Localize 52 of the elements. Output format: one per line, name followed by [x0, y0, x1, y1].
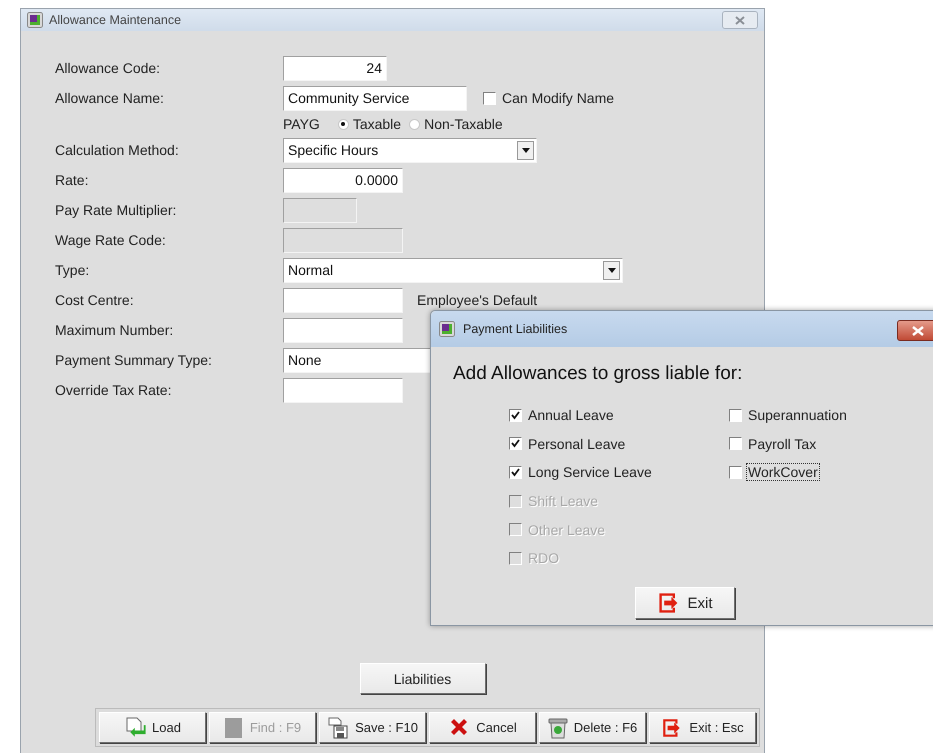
toolbar-button[interactable]: Save : F10 [319, 712, 426, 743]
field-label: Rate: [55, 172, 90, 188]
toolbar-button[interactable]: Exit : Esc [649, 712, 756, 743]
toolbar-button[interactable]: Cancel [429, 712, 536, 743]
field-label: Pay Rate Multiplier: [55, 202, 178, 218]
app-icon [27, 12, 43, 28]
field-label: Allowance Name: [55, 90, 165, 106]
close-icon [912, 326, 924, 336]
input-field[interactable]: 24 [283, 56, 387, 80]
exit-button[interactable]: Exit [635, 587, 735, 619]
field-label: Allowance Code: [55, 60, 162, 76]
field-label: Calculation Method: [55, 142, 180, 158]
app-icon [439, 321, 455, 337]
checkbox[interactable]: Long Service Leave [509, 464, 653, 480]
floppy-disk-icon [327, 716, 350, 738]
field-label: Maximum Number: [55, 322, 174, 338]
dialog-title: Payment Liabilities [463, 322, 568, 336]
checkbox[interactable]: Superannuation [729, 407, 848, 424]
radio-option[interactable]: Taxable [338, 116, 402, 132]
document-icon [224, 716, 244, 738]
bin-icon [548, 716, 568, 738]
field-label: Cost Centre: [55, 292, 135, 308]
checkmark-icon [511, 439, 520, 448]
document-arrow-icon [124, 716, 146, 738]
field-label: PAYG [283, 116, 320, 132]
close-icon [735, 16, 745, 24]
toolbar-button[interactable]: Load [99, 712, 206, 743]
input-field[interactable] [283, 378, 403, 402]
input-field[interactable] [283, 288, 403, 312]
window-title: Allowance Maintenance [49, 13, 182, 27]
close-button[interactable] [897, 320, 933, 341]
checkmark-icon [511, 468, 520, 477]
field-label: Type: [55, 262, 90, 278]
field-label: Wage Rate Code: [55, 232, 167, 248]
dropdown[interactable]: Specific Hours [283, 138, 537, 162]
input-field[interactable]: Community Service [283, 86, 467, 110]
dropdown[interactable]: Normal [283, 258, 623, 282]
checkbox[interactable]: Can Modify Name [483, 90, 616, 106]
field-label: Payment Summary Type: [55, 352, 213, 368]
radio-option[interactable]: Non-Taxable [409, 116, 503, 132]
checkbox[interactable]: WorkCover [729, 464, 819, 480]
checkbox[interactable]: Annual Leave [509, 407, 615, 424]
input-field[interactable]: 0.0000 [283, 168, 403, 192]
checkbox[interactable]: Personal Leave [509, 436, 626, 452]
toolbar-button[interactable]: Delete : F6 [539, 712, 646, 743]
field-label: Override Tax Rate: [55, 382, 172, 398]
checkmark-icon [511, 410, 520, 420]
dialog-heading: Add Allowances to gross liable for: [453, 363, 744, 385]
note-text: Employee's Default [417, 292, 538, 308]
input-field[interactable] [283, 318, 403, 342]
liabilities-button[interactable]: Liabilities [360, 663, 486, 694]
checkbox[interactable]: Payroll Tax [729, 436, 818, 452]
